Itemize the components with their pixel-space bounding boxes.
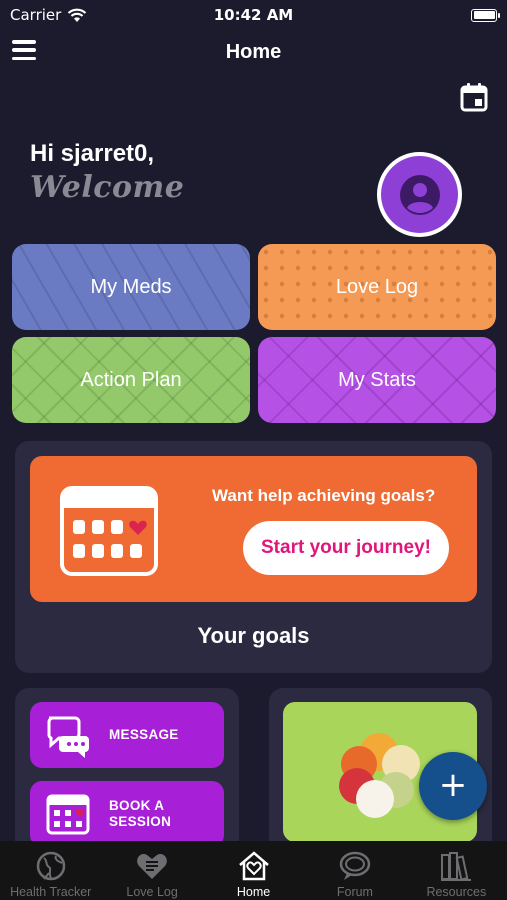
tab-label: Resources (426, 885, 487, 899)
tab-label: Forum (336, 885, 373, 899)
tab-label: Home (236, 885, 271, 899)
my-meds-label: My Meds (90, 275, 172, 298)
my-meds-tile[interactable]: My Meds (12, 244, 250, 330)
status-bar: Carrier 10:42 AM (0, 0, 507, 30)
tab-health-tracker[interactable]: Health Tracker (0, 841, 101, 900)
greeting-welcome: Welcome (30, 170, 185, 205)
wifi-icon (68, 8, 87, 22)
my-stats-label: My Stats (338, 368, 416, 391)
love-log-tile[interactable]: Love Log (258, 244, 496, 330)
nav-bar: Home (0, 30, 507, 74)
carrier-label: Carrier (10, 6, 62, 24)
chat-icon (47, 716, 89, 758)
love-log-label: Love Log (335, 275, 419, 298)
page-title: Home (225, 40, 282, 63)
goals-prompt: Want help achieving goals? (212, 486, 436, 505)
my-stats-tile[interactable]: My Stats (258, 337, 496, 423)
home-heart-icon (238, 851, 269, 881)
tab-label: Love Log (126, 885, 178, 899)
hamburger-line (12, 40, 36, 44)
chat-bubbles-icon (339, 851, 371, 880)
user-icon (399, 174, 440, 215)
heart-list-icon (137, 854, 167, 879)
goals-title: Your goals (197, 623, 310, 648)
globe-icon (36, 851, 65, 881)
menu-button[interactable] (12, 40, 36, 60)
greeting: Hi sjarret0, Welcome (30, 140, 184, 205)
tab-resources[interactable]: Resources (406, 841, 507, 900)
hamburger-line (12, 48, 36, 52)
add-fab-button[interactable]: + (419, 752, 487, 820)
calendar-button[interactable] (459, 82, 489, 112)
message-button[interactable]: MESSAGE (30, 702, 224, 768)
hamburger-line (12, 56, 36, 60)
tab-home[interactable]: Home (203, 841, 304, 900)
battery-icon (471, 8, 500, 22)
book-session-button[interactable]: BOOK A SESSION (30, 781, 224, 847)
calendar-icon (460, 83, 488, 112)
calendar-booking-icon (46, 794, 90, 835)
action-plan-tile[interactable]: Action Plan (12, 337, 250, 423)
plus-icon: + (438, 764, 468, 805)
greeting-hi: Hi sjarret0, (30, 140, 155, 167)
status-left: Carrier (10, 6, 87, 24)
avatar[interactable] (377, 152, 462, 237)
goals-card: Want help achieving goals? Start your jo… (15, 441, 492, 673)
goals-promo-banner[interactable]: Want help achieving goals? Start your jo… (30, 456, 477, 602)
book-session-label: BOOK A SESSION (109, 798, 172, 829)
tab-love-log[interactable]: Love Log (101, 841, 202, 900)
action-plan-label: Action Plan (80, 368, 182, 391)
tab-forum[interactable]: Forum (304, 841, 405, 900)
start-journey-button[interactable]: Start your journey! (243, 521, 449, 575)
message-label: MESSAGE (109, 727, 179, 742)
calendar-heart-icon (60, 486, 158, 576)
books-icon (441, 852, 472, 881)
contact-card: MESSAGE BOOK A SESSION (15, 688, 239, 848)
tab-bar: Health Tracker Love Log Home Forum Resou… (0, 841, 507, 900)
tab-label: Health Tracker (10, 885, 92, 899)
